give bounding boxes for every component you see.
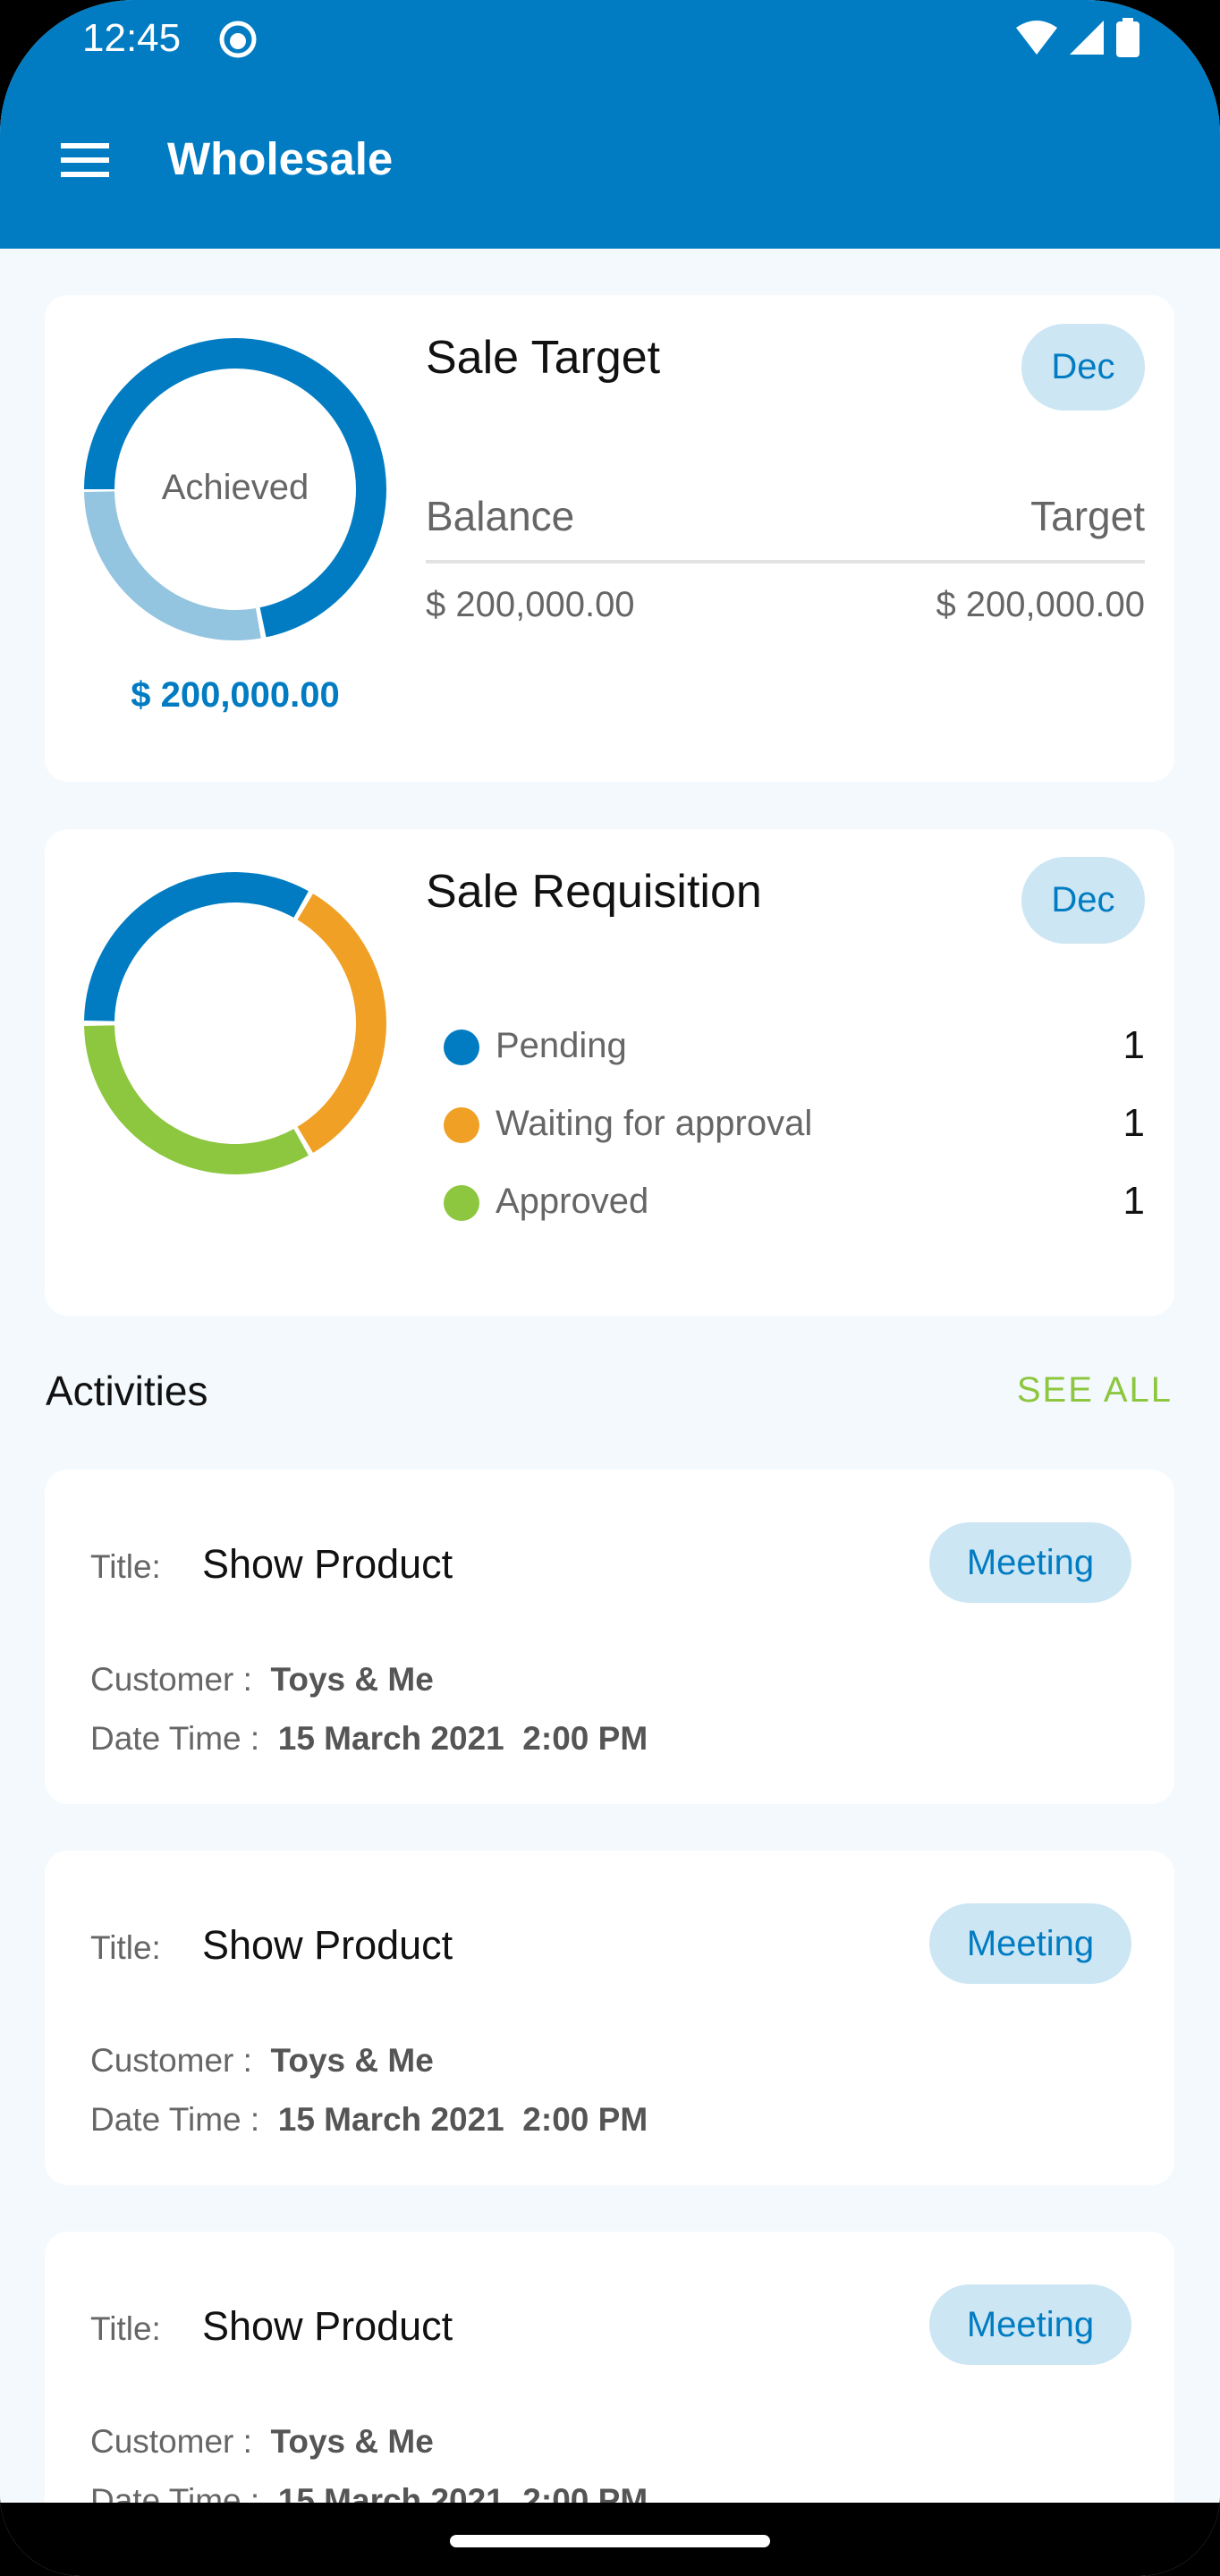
balance-value: $ 200,000.00 (426, 585, 635, 624)
activity-card[interactable]: Title: Show Product Meeting Customer : T… (45, 1470, 1174, 1804)
datetime-label: Date Time : (90, 2101, 260, 2138)
month-selector[interactable]: Dec (1021, 324, 1145, 411)
customer-value: Toys & Me (270, 2423, 434, 2460)
home-indicator[interactable] (450, 2535, 770, 2547)
customer-value: Toys & Me (270, 2042, 434, 2079)
title-label: Title: (90, 2310, 161, 2347)
sale-target-title: Sale Target (426, 332, 661, 384)
title-label: Title: (90, 1929, 161, 1966)
donut-segment (84, 1025, 309, 1174)
donut-center-label: Achieved (161, 468, 309, 507)
customer-label: Customer : (90, 2423, 252, 2460)
target-label: Target (1030, 493, 1145, 539)
divider (426, 560, 1145, 564)
datetime-value: 15 March 2021 2:00 PM (277, 2101, 648, 2138)
customer-row: Customer : Toys & Me (90, 1661, 434, 1699)
activity-title: Show Product (202, 2303, 453, 2349)
activity-type-badge: Meeting (929, 1522, 1131, 1603)
legend-count: 1 (1123, 1179, 1145, 1223)
requisition-donut (84, 872, 386, 1174)
customer-label: Customer : (90, 2042, 252, 2079)
balance-label: Balance (426, 493, 575, 539)
signal-icon (1070, 21, 1104, 55)
activities-heading: Activities (46, 1368, 208, 1414)
face-icon (219, 21, 257, 58)
donut-segment (297, 894, 386, 1153)
datetime-row: Date Time : 15 March 2021 2:00 PM (90, 2101, 648, 2139)
activity-card[interactable]: Title: Show Product Meeting Customer : T… (45, 1851, 1174, 2185)
sale-requisition-title: Sale Requisition (426, 866, 762, 918)
legend-count: 1 (1123, 1101, 1145, 1145)
title-label: Title: (90, 1548, 161, 1585)
datetime-value: 15 March 2021 2:00 PM (277, 1720, 648, 1757)
legend-label: Waiting for approval (496, 1104, 813, 1143)
donut-segment (84, 872, 309, 1021)
activity-title: Show Product (202, 1541, 453, 1587)
status-icons (1014, 18, 1140, 57)
menu-button[interactable] (61, 143, 109, 177)
see-all-link[interactable]: SEE ALL (1017, 1370, 1173, 1411)
sale-target-card: Achieved $ 200,000.00 Sale Target Dec Ba… (45, 295, 1174, 782)
battery-icon (1116, 18, 1140, 57)
datetime-label: Date Time : (90, 1720, 260, 1757)
target-value: $ 200,000.00 (936, 585, 1145, 624)
legend-dot (444, 1107, 479, 1143)
customer-value: Toys & Me (270, 1661, 434, 1698)
legend-label: Approved (496, 1182, 649, 1221)
activity-type-badge: Meeting (929, 2284, 1131, 2365)
status-time: 12:45 (82, 16, 182, 60)
customer-label: Customer : (90, 1661, 252, 1698)
sale-requisition-card: Sale Requisition Dec Pending 1 Waiting f… (45, 829, 1174, 1316)
legend-dot (444, 1185, 479, 1221)
achieved-amount: $ 200,000.00 (131, 675, 340, 715)
legend-count: 1 (1123, 1023, 1145, 1067)
donut-segment-remaining (84, 491, 261, 640)
app-bar: 12:45 Wholesale (0, 0, 1220, 249)
app-title: Wholesale (167, 133, 394, 184)
wifi-icon (1016, 21, 1057, 55)
customer-row: Customer : Toys & Me (90, 2423, 434, 2461)
legend-label: Pending (496, 1026, 627, 1065)
customer-row: Customer : Toys & Me (90, 2042, 434, 2080)
screen: 12:45 Wholesale Achieved $ 200,000.00 Sa… (0, 0, 1220, 2576)
activity-type-badge: Meeting (929, 1903, 1131, 1984)
legend-dot (444, 1030, 479, 1065)
datetime-row: Date Time : 15 March 2021 2:00 PM (90, 1720, 648, 1758)
activity-title: Show Product (202, 1922, 453, 1968)
month-selector[interactable]: Dec (1021, 857, 1145, 944)
